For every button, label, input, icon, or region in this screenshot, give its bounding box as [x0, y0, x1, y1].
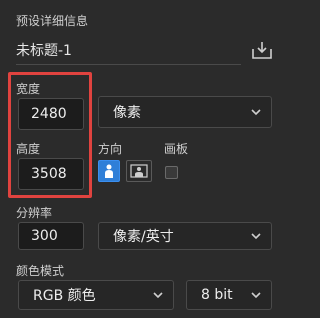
resolution-input[interactable]: 300 [18, 222, 84, 250]
landscape-icon [130, 164, 148, 178]
document-name-field[interactable]: 未标题-1 [16, 40, 72, 60]
color-mode-value: RGB 颜色 [33, 288, 96, 304]
resolution-unit-select[interactable]: 像素/英寸 [98, 222, 272, 250]
portrait-icon [105, 164, 113, 178]
bit-depth-select[interactable]: 8 bit [186, 280, 272, 310]
section-title: 预设详细信息 [16, 14, 89, 28]
portrait-orientation-button[interactable] [98, 160, 120, 182]
height-input[interactable]: 3508 [18, 158, 84, 190]
orientation-label: 方向 [98, 142, 123, 156]
artboard-checkbox[interactable] [165, 166, 178, 179]
artboard-label: 画板 [164, 142, 189, 156]
bit-depth-value: 8 bit [201, 287, 233, 303]
chevron-down-icon [153, 292, 163, 299]
resolution-unit-value: 像素/英寸 [113, 229, 174, 245]
landscape-orientation-button[interactable] [126, 160, 152, 182]
width-unit-value: 像素 [113, 105, 141, 121]
height-label: 高度 [16, 142, 41, 156]
chevron-down-icon [251, 233, 261, 240]
width-input[interactable]: 2480 [18, 98, 84, 130]
color-mode-label: 颜色模式 [16, 264, 65, 278]
width-unit-select[interactable]: 像素 [98, 96, 272, 128]
width-label: 宽度 [16, 82, 41, 96]
save-preset-icon[interactable] [251, 40, 273, 60]
resolution-label: 分辨率 [16, 206, 53, 220]
chevron-down-icon [251, 109, 261, 116]
document-name-underline [16, 64, 241, 65]
color-mode-select[interactable]: RGB 颜色 [18, 280, 174, 310]
chevron-down-icon [251, 292, 261, 299]
